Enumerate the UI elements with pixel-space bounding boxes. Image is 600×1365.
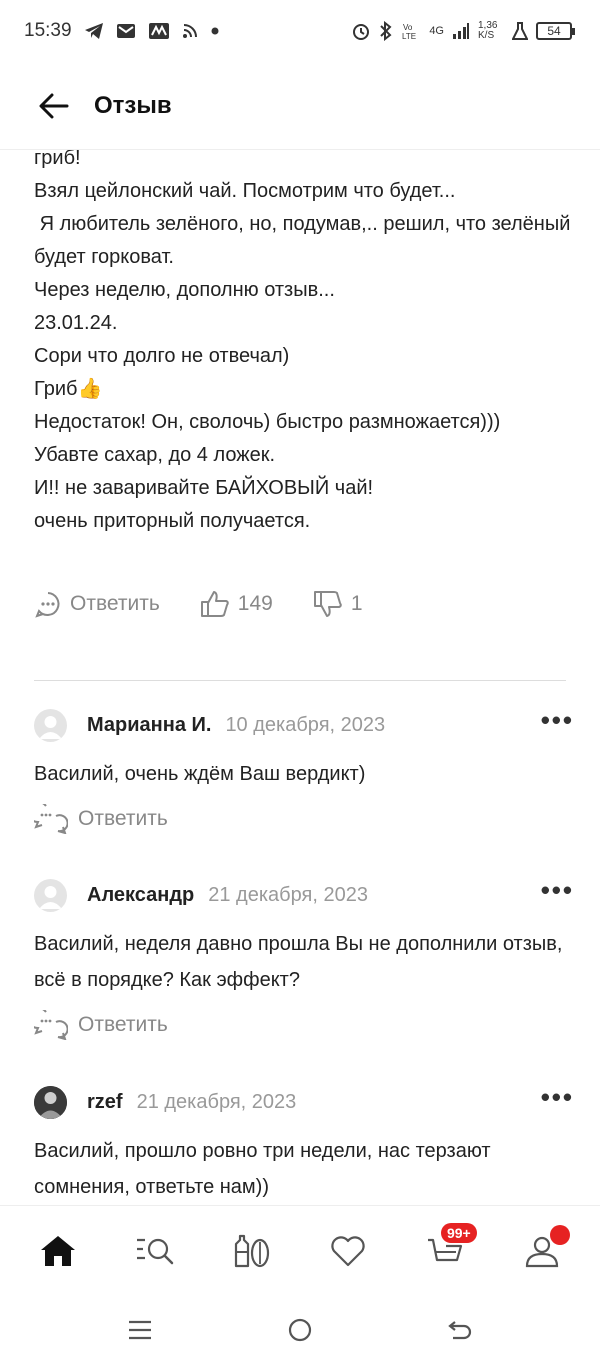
network-speed: 1,36 K/S xyxy=(478,20,498,41)
comment-icon xyxy=(35,592,60,618)
thumbs-down-icon xyxy=(313,591,342,617)
comment-date: 21 декабря, 2023 xyxy=(136,1090,297,1113)
catalog-search-icon xyxy=(136,1238,174,1264)
comment-text: Василий, прошло ровно три недели, нас те… xyxy=(34,1140,491,1198)
back-arrow-icon xyxy=(448,1321,472,1340)
telegram-icon xyxy=(84,23,103,39)
review-line: гриб! xyxy=(34,150,81,169)
comment-header: Александр 21 декабря, 2023 ••• xyxy=(34,877,574,912)
review-line: 23.01.24. xyxy=(34,312,118,334)
comment-text: Василий, очень ждём Ваш вердикт) xyxy=(34,763,366,785)
svg-text:LTE: LTE xyxy=(402,32,416,41)
reply-label: Ответить xyxy=(78,807,168,830)
review-line: Взял цейлонский чай. Посмотрим что будет… xyxy=(34,180,456,202)
rss-icon xyxy=(182,24,197,38)
review-line: Сори что долго не отвечал) xyxy=(34,345,290,367)
comments-icon xyxy=(34,1010,68,1040)
more-options-button[interactable]: ••• xyxy=(541,877,574,905)
avatar[interactable] xyxy=(34,1085,67,1119)
reply-button[interactable]: Ответить xyxy=(34,590,160,618)
user-placeholder-icon xyxy=(39,715,62,739)
circle-icon xyxy=(288,1318,312,1342)
review-actions: Ответить 149 1 xyxy=(34,590,363,618)
nav-home[interactable] xyxy=(28,1221,88,1281)
review-line: Гриб👍 xyxy=(34,378,103,400)
volte-icon: VoLTE xyxy=(402,23,416,41)
system-back-button[interactable] xyxy=(440,1310,480,1350)
nav-favorites[interactable] xyxy=(318,1221,378,1281)
comment-date: 21 декабря, 2023 xyxy=(208,883,368,906)
review-line: И!! не заваривайте БАЙХОВЫЙ чай! xyxy=(34,477,374,499)
dislike-button[interactable]: 1 xyxy=(313,590,363,618)
review-line: Убавте сахар, до 4 ложек. xyxy=(34,444,276,466)
comment-author[interactable]: rzef xyxy=(87,1091,123,1114)
review-line: очень приторный получается. xyxy=(34,510,311,532)
nav-cart[interactable]: 99+ xyxy=(415,1221,477,1281)
notification-dot xyxy=(549,1224,570,1245)
comment-date: 10 декабря, 2023 xyxy=(225,713,386,736)
mail-icon xyxy=(116,24,135,38)
bluetooth-icon xyxy=(380,21,392,41)
groceries-icon xyxy=(234,1234,269,1267)
bottom-nav: 99+ xyxy=(0,1205,600,1295)
status-right: Vo LTE 4G 1,36 K/S 54 xyxy=(351,20,575,41)
page-title: Отзыв xyxy=(94,91,172,119)
status-time: 15:39 xyxy=(24,20,72,41)
home-button[interactable] xyxy=(280,1310,320,1350)
recent-apps-button[interactable] xyxy=(120,1310,160,1350)
dislike-count: 1 xyxy=(350,592,363,615)
battery-level: 54 xyxy=(547,24,561,38)
app-icon xyxy=(148,23,169,39)
divider xyxy=(34,680,566,681)
network-type: 4G xyxy=(429,25,444,37)
review-content[interactable]: гриб! Взял цейлонский чай. Посмотрим что… xyxy=(0,150,600,1205)
comments-icon xyxy=(34,804,68,834)
comment-author[interactable]: Марианна И. xyxy=(87,714,211,737)
status-bar: 15:39 Vo LTE 4G 1,36 K/S 54 xyxy=(0,0,600,62)
flask-icon xyxy=(512,22,528,40)
nav-catalog[interactable] xyxy=(125,1221,185,1281)
system-nav-bar xyxy=(0,1295,600,1365)
heart-icon xyxy=(331,1235,365,1266)
battery-indicator: 54 xyxy=(536,22,575,40)
avatar[interactable] xyxy=(34,878,67,912)
review-line: Через неделю, дополню отзыв... xyxy=(34,279,335,301)
arrow-left-icon xyxy=(39,93,69,118)
home-icon xyxy=(41,1235,76,1266)
comment-header: Марианна И. 10 декабря, 2023 ••• xyxy=(34,707,574,742)
comment-item: Александр 21 декабря, 2023 ••• Василий, … xyxy=(34,877,574,1040)
reply-label: Ответить xyxy=(70,592,160,615)
comment-header: rzef 21 декабря, 2023 ••• xyxy=(34,1084,574,1119)
reply-button[interactable]: Ответить xyxy=(34,1010,574,1040)
user-placeholder-icon xyxy=(39,885,62,909)
menu-icon xyxy=(129,1320,151,1340)
user-photo-icon xyxy=(34,1085,67,1119)
dot-icon xyxy=(211,27,219,35)
review-text: гриб! Взял цейлонский чай. Посмотрим что… xyxy=(34,150,574,538)
comment-item: rzef 21 декабря, 2023 ••• Василий, прошл… xyxy=(34,1084,574,1205)
cart-badge: 99+ xyxy=(440,1222,477,1243)
review-line: Недостаток! Он, сволочь) быстро размножа… xyxy=(34,411,501,433)
svg-text:Vo: Vo xyxy=(403,23,413,32)
more-options-button[interactable]: ••• xyxy=(541,707,574,735)
back-button[interactable] xyxy=(36,88,72,124)
more-options-button[interactable]: ••• xyxy=(541,1084,574,1112)
comment-author[interactable]: Александр xyxy=(87,884,194,907)
nav-products[interactable] xyxy=(222,1221,282,1281)
alarm-icon xyxy=(353,24,370,40)
avatar[interactable] xyxy=(34,708,67,742)
like-button[interactable]: 149 xyxy=(200,590,273,618)
review-line: Я любитель зелёного, но, подумав,.. реши… xyxy=(34,213,576,268)
nav-profile[interactable] xyxy=(512,1221,572,1281)
comment-item: Марианна И. 10 декабря, 2023 ••• Василий… xyxy=(34,707,574,834)
like-count: 149 xyxy=(237,592,273,615)
reply-label: Ответить xyxy=(78,1013,168,1036)
comment-text: Василий, неделя давно прошла Вы не допол… xyxy=(34,933,563,991)
reply-button[interactable]: Ответить xyxy=(34,804,574,834)
app-header: Отзыв xyxy=(0,62,600,150)
thumbs-up-icon xyxy=(200,591,229,617)
signal-icon xyxy=(453,23,469,39)
status-left: 15:39 xyxy=(24,20,220,42)
